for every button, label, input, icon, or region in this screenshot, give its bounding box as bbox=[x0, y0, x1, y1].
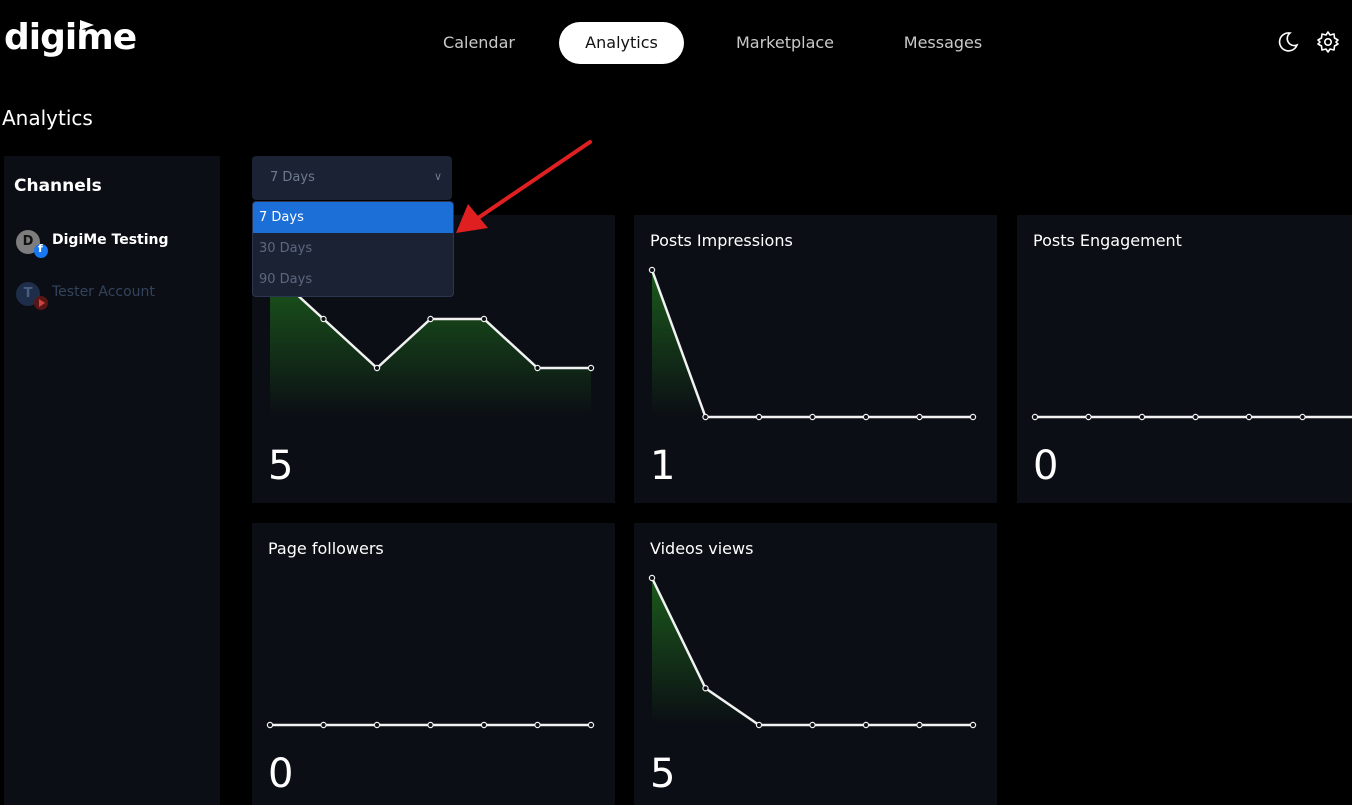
chart-point bbox=[1085, 413, 1092, 421]
moon-icon[interactable] bbox=[1276, 30, 1300, 54]
digime-logo[interactable]: digime bbox=[4, 17, 137, 58]
tab-calendar[interactable]: Calendar bbox=[424, 22, 534, 64]
card-value: 5 bbox=[268, 443, 294, 489]
period-option-30-days[interactable]: 30 Days bbox=[253, 233, 453, 264]
chart-series-line bbox=[650, 269, 973, 419]
channels-sidebar: Channels D DigiMe Testing T Tester Accou… bbox=[4, 156, 220, 805]
period-option-7-days[interactable]: 7 Days bbox=[253, 202, 453, 233]
metric-card-videos-views: Videos views 5 bbox=[634, 523, 997, 805]
chart-point bbox=[648, 574, 656, 582]
chart-point bbox=[755, 721, 763, 729]
chart-point bbox=[1138, 413, 1146, 421]
tab-marketplace[interactable]: Marketplace bbox=[715, 22, 855, 64]
chart-point bbox=[266, 721, 274, 729]
chart-point bbox=[916, 721, 923, 729]
chart-area-fill bbox=[652, 270, 973, 417]
chart-point bbox=[587, 364, 595, 372]
chart-point bbox=[373, 721, 381, 729]
card-title: Posts Engagement bbox=[1033, 231, 1182, 250]
chart-point bbox=[862, 721, 870, 729]
youtube-icon bbox=[34, 296, 48, 310]
chart-point bbox=[969, 413, 977, 421]
chart-point bbox=[480, 315, 488, 323]
chart-point bbox=[373, 364, 381, 372]
chevron-down-icon: ∨ bbox=[433, 170, 442, 183]
period-select-value: 7 Days bbox=[270, 170, 315, 185]
chart-point bbox=[1245, 413, 1253, 421]
channel-digime-testing[interactable]: D DigiMe Testing bbox=[14, 230, 214, 258]
chart-point bbox=[480, 721, 488, 729]
card-title: Posts Impressions bbox=[650, 231, 793, 250]
card-title: Videos views bbox=[650, 539, 754, 558]
chart-point bbox=[427, 315, 434, 323]
chart-point bbox=[969, 721, 977, 729]
chart-point bbox=[427, 721, 434, 729]
chart-point bbox=[755, 413, 763, 421]
logo-play-icon bbox=[80, 20, 94, 30]
channel-name: DigiMe Testing bbox=[52, 232, 169, 248]
metric-card-page-followers: Page followers 0 bbox=[252, 523, 615, 805]
channel-tester-account[interactable]: T Tester Account bbox=[14, 282, 214, 310]
chart-area-fill bbox=[652, 578, 973, 725]
period-select[interactable]: 7 Days ∨ bbox=[252, 156, 452, 200]
chart-point bbox=[809, 721, 816, 729]
card-value: 5 bbox=[650, 751, 676, 797]
card-value: 1 bbox=[650, 443, 676, 489]
period-option-90-days[interactable]: 90 Days bbox=[253, 264, 453, 295]
chart-point bbox=[534, 721, 541, 729]
channel-name: Tester Account bbox=[52, 284, 155, 300]
chart-point bbox=[320, 721, 327, 729]
tab-messages[interactable]: Messages bbox=[888, 22, 998, 64]
chart-point bbox=[1299, 413, 1306, 421]
facebook-icon bbox=[34, 242, 48, 258]
chart-point bbox=[809, 413, 816, 421]
card-value: 0 bbox=[268, 751, 294, 797]
chart-point bbox=[862, 413, 870, 421]
chart-point bbox=[916, 413, 923, 421]
logo-text: digime bbox=[4, 17, 137, 58]
chart-point bbox=[702, 413, 709, 421]
chart-point bbox=[587, 721, 595, 729]
chart-point bbox=[702, 685, 709, 692]
chart-point bbox=[1192, 413, 1199, 421]
channels-heading: Channels bbox=[14, 176, 102, 196]
period-dropdown: 7 Days 30 Days 90 Days bbox=[252, 201, 454, 297]
chart-point bbox=[320, 315, 327, 323]
chart-point bbox=[1031, 413, 1039, 421]
card-title: Page followers bbox=[268, 539, 384, 558]
chart-point bbox=[648, 266, 656, 274]
card-value: 0 bbox=[1033, 443, 1059, 489]
metric-card-posts-impressions: Posts Impressions 1 bbox=[634, 215, 997, 503]
chart-point bbox=[534, 364, 541, 372]
gear-icon[interactable] bbox=[1316, 30, 1340, 54]
metric-card-posts-engagement: Posts Engagement 0 bbox=[1017, 215, 1352, 503]
tab-analytics[interactable]: Analytics bbox=[559, 22, 684, 64]
page-title: Analytics bbox=[2, 106, 93, 130]
